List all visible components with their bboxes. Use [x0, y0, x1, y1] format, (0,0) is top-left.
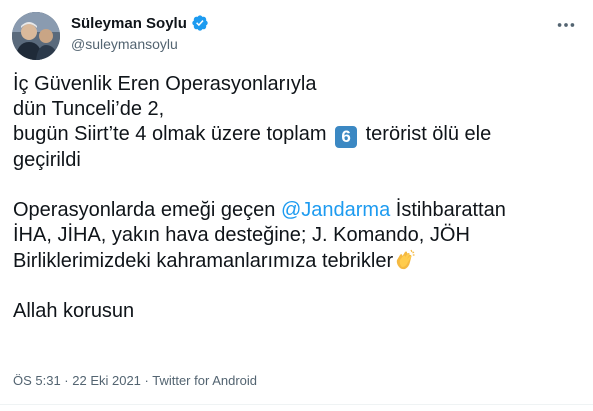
verified-badge-icon	[192, 15, 208, 31]
avatar[interactable]	[12, 12, 60, 60]
author-handle[interactable]: @suleymansoylu	[71, 36, 178, 52]
tweet-line: geçirildi	[13, 148, 583, 173]
tweet-line: Allah korusun	[13, 299, 583, 324]
tweet-line-text: geçirildi	[13, 149, 81, 171]
mention-link[interactable]: @Jandarma	[281, 199, 390, 221]
author-name-row[interactable]: Süleyman Soylu	[71, 14, 209, 32]
tweet-line: dün Tunceli’de 2,	[13, 97, 583, 122]
tweet-line: İHA, JİHA, yakın hava desteğine; J. Koma…	[13, 223, 583, 248]
tweet-line-text: terörist ölü ele	[365, 123, 492, 145]
author-name[interactable]: Süleyman Soylu	[71, 15, 187, 32]
tweet-line: bugün Siirt’te 4 olmak üzere toplam 6 te…	[13, 122, 583, 148]
clapping-hands-icon	[396, 249, 415, 270]
tweet-line-text: İHA, JİHA, yakın hava desteğine; J. Koma…	[13, 224, 470, 246]
tweet-line-text: İç Güvenlik Eren Operasyonlarıyla	[13, 73, 317, 95]
tweet-line-text: dün Tunceli’de 2,	[13, 98, 165, 120]
tweet-line-text: Operasyonlarda emeği geçen	[13, 199, 276, 221]
tweet-text: İç Güvenlik Eren Operasyonlarıyla dün Tu…	[13, 72, 583, 324]
tweet-line-text: bugün Siirt’te 4 olmak üzere toplam	[13, 123, 327, 145]
tweet-timestamp-source[interactable]: ÖS 5:31 · 22 Eki 2021 · Twitter for Andr…	[13, 373, 257, 388]
keycap-digit-emoji: 6	[335, 126, 358, 148]
tweet-line: Birliklerimizdeki kahramanlarımıza tebri…	[13, 248, 583, 274]
tweet-line-text: Allah korusun	[13, 300, 135, 322]
tweet-line: Operasyonlarda emeği geçen @Jandarma İst…	[13, 198, 583, 223]
tweet-line: İç Güvenlik Eren Operasyonlarıyla	[13, 72, 583, 97]
divider	[0, 404, 593, 405]
more-options-icon[interactable]	[555, 14, 577, 36]
tweet-line-text: İstihbarattan	[395, 199, 506, 221]
tweet-line-text: Birliklerimizdeki kahramanlarımıza tebri…	[13, 250, 394, 272]
